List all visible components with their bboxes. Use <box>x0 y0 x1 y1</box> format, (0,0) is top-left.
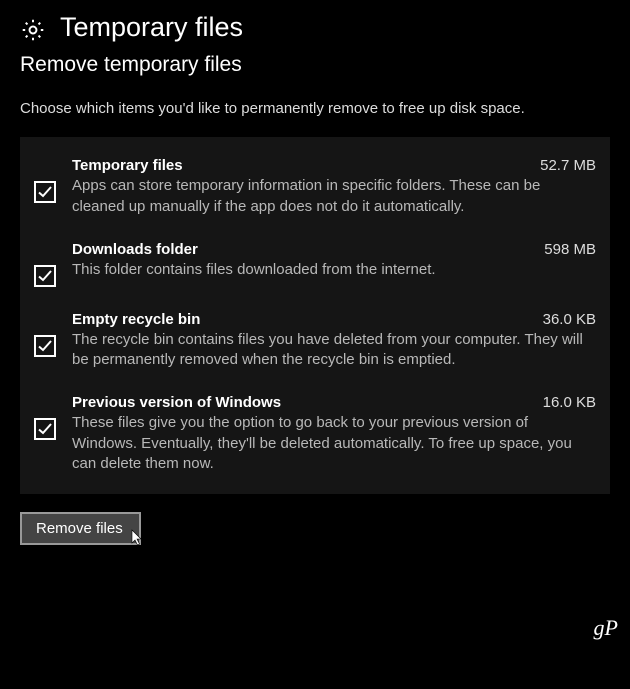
list-item: Previous version of Windows 16.0 KB Thes… <box>34 388 596 480</box>
page-title: Temporary files <box>60 12 243 43</box>
cursor-icon <box>131 529 143 547</box>
item-body: Previous version of Windows 16.0 KB Thes… <box>72 394 596 474</box>
gear-icon <box>20 17 46 43</box>
item-title: Temporary files <box>72 157 183 174</box>
item-head: Empty recycle bin 36.0 KB <box>72 311 596 328</box>
checkbox-empty-recycle-bin[interactable] <box>34 335 56 357</box>
checkbox-previous-windows[interactable] <box>34 418 56 440</box>
item-title: Empty recycle bin <box>72 311 200 328</box>
item-title: Previous version of Windows <box>72 394 281 411</box>
item-description: The recycle bin contains files you have … <box>72 330 596 371</box>
item-head: Previous version of Windows 16.0 KB <box>72 394 596 411</box>
item-description: This folder contains files downloaded fr… <box>72 260 596 280</box>
checkbox-temporary-files[interactable] <box>34 181 56 203</box>
watermark: gP <box>594 615 618 641</box>
item-body: Temporary files 52.7 MB Apps can store t… <box>72 157 596 217</box>
item-body: Empty recycle bin 36.0 KB The recycle bi… <box>72 311 596 371</box>
remove-files-label: Remove files <box>36 520 123 537</box>
item-description: These files give you the option to go ba… <box>72 413 596 474</box>
page-subtitle: Remove temporary files <box>20 53 610 77</box>
item-size: 36.0 KB <box>543 311 596 328</box>
list-item: Empty recycle bin 36.0 KB The recycle bi… <box>34 305 596 389</box>
checkbox-downloads-folder[interactable] <box>34 265 56 287</box>
list-item: Downloads folder 598 MB This folder cont… <box>34 235 596 305</box>
item-head: Temporary files 52.7 MB <box>72 157 596 174</box>
page-description: Choose which items you'd like to permane… <box>20 99 610 119</box>
item-size: 16.0 KB <box>543 394 596 411</box>
item-head: Downloads folder 598 MB <box>72 241 596 258</box>
item-description: Apps can store temporary information in … <box>72 176 596 217</box>
list-item: Temporary files 52.7 MB Apps can store t… <box>34 151 596 235</box>
item-size: 598 MB <box>544 241 596 258</box>
items-panel: Temporary files 52.7 MB Apps can store t… <box>20 137 610 494</box>
item-body: Downloads folder 598 MB This folder cont… <box>72 241 596 280</box>
bottom-bar: Remove files <box>20 512 610 545</box>
item-size: 52.7 MB <box>540 157 596 174</box>
remove-files-button[interactable]: Remove files <box>20 512 141 545</box>
page-header: Temporary files <box>20 12 610 43</box>
item-title: Downloads folder <box>72 241 198 258</box>
